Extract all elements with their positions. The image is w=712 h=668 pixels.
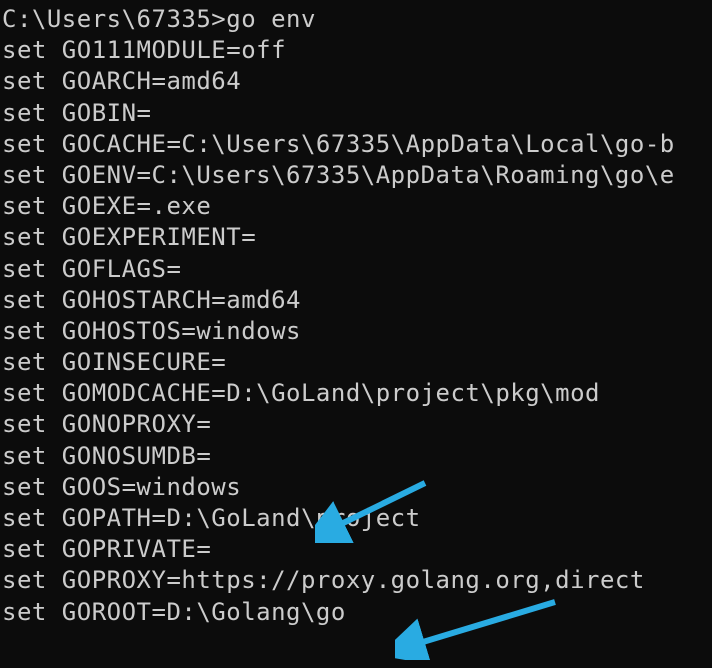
terminal-output-line: set GOBIN=	[2, 98, 712, 129]
terminal-output-line: set GOINSECURE=	[2, 347, 712, 378]
terminal-output-line: set GOEXPERIMENT=	[2, 222, 712, 253]
terminal-prompt-path: C:\Users\67335>	[2, 5, 226, 33]
annotation-arrow-icon	[315, 473, 435, 543]
terminal-output-line: set GOHOSTOS=windows	[2, 316, 712, 347]
terminal-output-line: set GO111MODULE=off	[2, 35, 712, 66]
terminal-output-line: set GOARCH=amd64	[2, 66, 712, 97]
terminal-output-line: set GONOSUMDB=	[2, 441, 712, 472]
terminal-output-line: set GOHOSTARCH=amd64	[2, 285, 712, 316]
terminal-output-line: set GOCACHE=C:\Users\67335\AppData\Local…	[2, 129, 712, 160]
terminal-output-line: set GOFLAGS=	[2, 254, 712, 285]
terminal-prompt-line: C:\Users\67335>go env	[2, 4, 712, 35]
terminal-output-line: set GOROOT=D:\Golang\go	[2, 597, 712, 628]
terminal-output-line: set GOEXE=.exe	[2, 191, 712, 222]
terminal-output-line: set GOMODCACHE=D:\GoLand\project\pkg\mod	[2, 378, 712, 409]
terminal-output-line: set GOENV=C:\Users\67335\AppData\Roaming…	[2, 160, 712, 191]
annotation-arrow-icon	[395, 590, 565, 660]
terminal-command[interactable]: go env	[226, 5, 316, 33]
terminal-output-line: set GONOPROXY=	[2, 409, 712, 440]
terminal-output-line: set GOPROXY=https://proxy.golang.org,dir…	[2, 565, 712, 596]
